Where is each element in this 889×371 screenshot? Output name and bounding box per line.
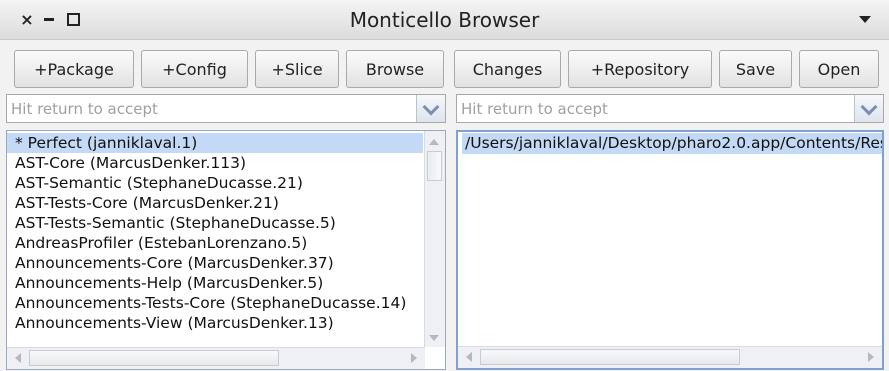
repository-filter-input[interactable] (461, 98, 847, 119)
chevron-down-icon (422, 98, 440, 115)
browse-button[interactable]: Browse (346, 50, 444, 88)
list-item[interactable]: AST-Core (MarcusDenker.113) (7, 153, 423, 173)
list-item[interactable]: Announcements-Help (MarcusDenker.5) (7, 273, 423, 293)
window-title: Monticello Browser (349, 8, 540, 32)
repository-list-pane: /Users/janniklaval/Desktop/pharo2.0.app/… (456, 130, 884, 370)
chevron-down-icon (860, 98, 878, 115)
add-config-button[interactable]: +Config (141, 50, 248, 88)
list-item[interactable]: Announcements-Tests-Core (StephaneDucass… (7, 293, 423, 313)
package-filter-dropdown[interactable] (416, 95, 445, 122)
repository-item[interactable]: /Users/janniklaval/Desktop/pharo2.0.app/… (462, 133, 882, 154)
list-item[interactable]: AST-Tests-Semantic (StephaneDucasse.5) (7, 213, 423, 233)
changes-button[interactable]: Changes (454, 50, 561, 88)
save-button[interactable]: Save (719, 50, 792, 88)
list-item[interactable]: * Perfect (janniklaval.1) (7, 133, 423, 153)
scroll-right-icon[interactable] (868, 352, 874, 362)
scroll-down-icon[interactable] (429, 335, 439, 341)
scroll-right-icon[interactable] (411, 353, 417, 363)
scroll-up-icon[interactable] (429, 139, 439, 145)
repository-filter (456, 94, 884, 123)
scroll-thumb[interactable] (29, 350, 279, 366)
package-filter-input[interactable] (11, 98, 409, 119)
repository-filter-dropdown[interactable] (854, 95, 883, 122)
list-item[interactable]: Announcements-Core (MarcusDenker.37) (7, 253, 423, 273)
vertical-scrollbar[interactable] (424, 131, 445, 347)
list-item[interactable]: AST-Tests-Core (MarcusDenker.21) (7, 193, 423, 213)
add-repository-button[interactable]: +Repository (568, 50, 712, 88)
title-bar[interactable]: × Monticello Browser (0, 0, 889, 40)
open-button[interactable]: Open (799, 50, 879, 88)
package-list[interactable]: * Perfect (janniklaval.1) AST-Core (Marc… (7, 133, 423, 333)
monticello-browser-window: × Monticello Browser +Package +Config +S… (0, 0, 889, 371)
horizontal-scrollbar[interactable] (7, 347, 425, 369)
package-filter (6, 94, 446, 123)
add-slice-button[interactable]: +Slice (255, 50, 339, 88)
scroll-left-icon[interactable] (15, 353, 21, 363)
scroll-thumb[interactable] (427, 151, 442, 181)
package-list-pane: * Perfect (janniklaval.1) AST-Core (Marc… (6, 130, 446, 370)
list-item[interactable]: Announcements-View (MarcusDenker.13) (7, 313, 423, 333)
horizontal-scrollbar[interactable] (458, 346, 882, 368)
list-item[interactable]: AndreasProfiler (EstebanLorenzano.5) (7, 233, 423, 253)
list-item[interactable]: AST-Semantic (StephaneDucasse.21) (7, 173, 423, 193)
scroll-left-icon[interactable] (466, 352, 472, 362)
add-package-button[interactable]: +Package (14, 50, 134, 88)
window-menu-icon[interactable] (859, 16, 871, 23)
scroll-thumb[interactable] (480, 349, 740, 365)
